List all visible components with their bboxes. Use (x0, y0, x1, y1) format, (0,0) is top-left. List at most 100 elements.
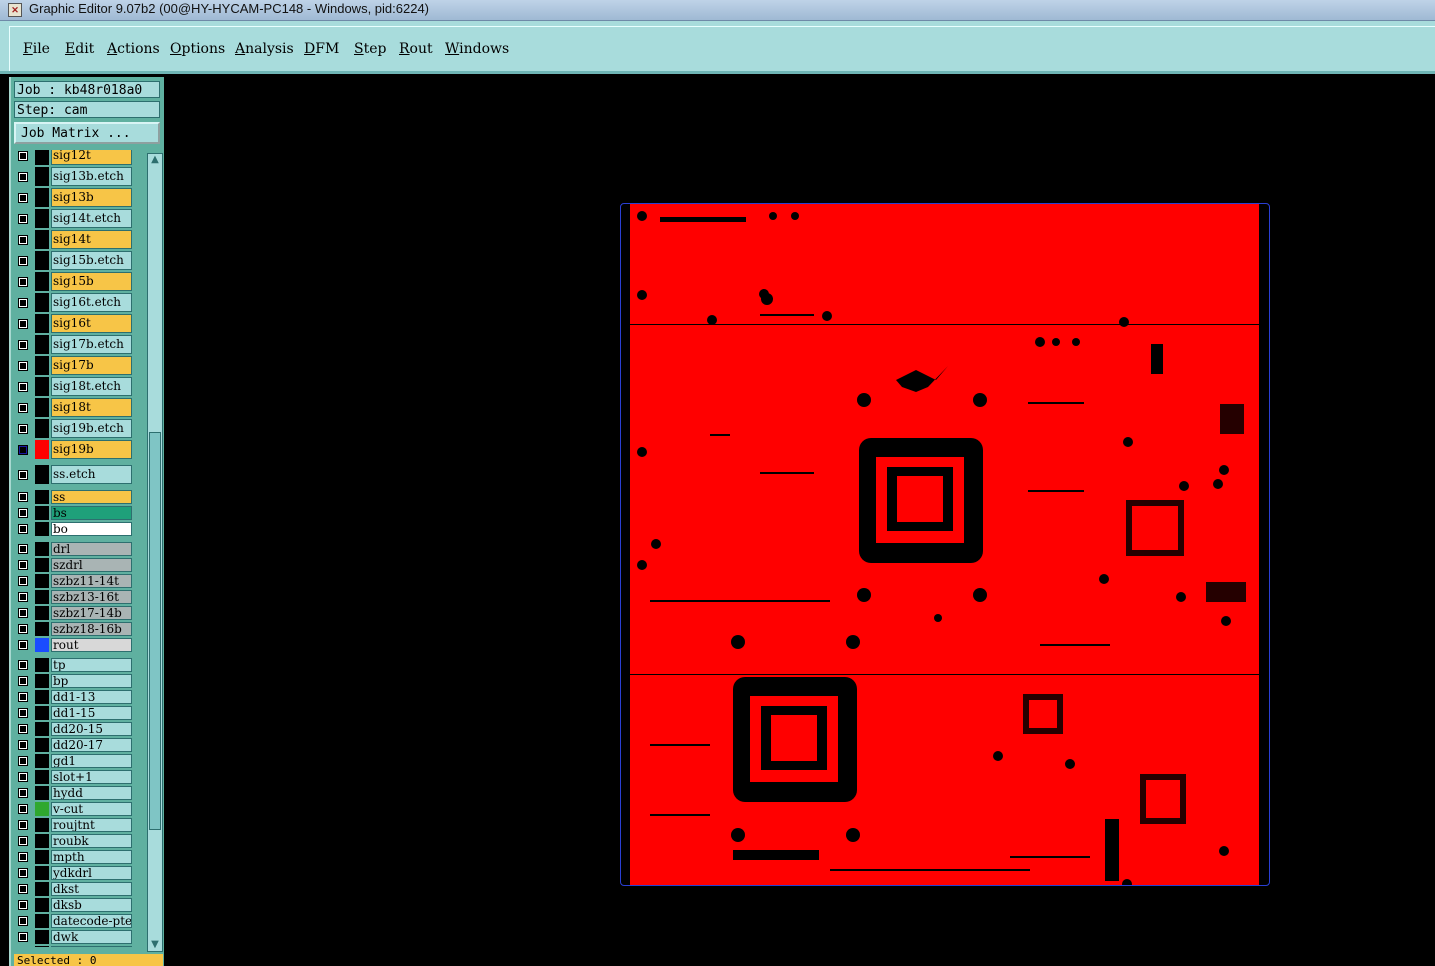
layer-row[interactable]: rout (14, 637, 141, 653)
layer-row[interactable]: dwk (14, 929, 141, 945)
layer-name[interactable]: szbz13-16t (51, 590, 132, 604)
layer-color-swatch[interactable] (35, 440, 49, 459)
layer-color-swatch[interactable] (35, 230, 49, 249)
layer-row[interactable]: ss (14, 489, 141, 505)
layer-color-swatch[interactable] (35, 490, 49, 504)
layer-color-swatch[interactable] (35, 590, 49, 604)
layer-row[interactable]: bo (14, 521, 141, 537)
layer-name[interactable]: v-cut (51, 802, 132, 816)
layer-checkbox[interactable] (18, 276, 28, 287)
layer-name[interactable]: sig19b (51, 440, 132, 459)
layer-color-swatch[interactable] (35, 786, 49, 800)
layer-name[interactable]: hydd (51, 786, 132, 800)
layer-color-swatch[interactable] (35, 574, 49, 588)
layer-checkbox[interactable] (18, 469, 28, 480)
layer-name[interactable]: bp (51, 674, 132, 688)
scroll-thumb[interactable] (149, 432, 161, 830)
layer-color-swatch[interactable] (35, 377, 49, 396)
layer-row[interactable]: sig13b (14, 187, 141, 208)
layer-checkbox[interactable] (18, 339, 28, 350)
layer-checkbox[interactable] (18, 788, 28, 798)
layer-checkbox[interactable] (18, 660, 28, 670)
menu-file[interactable]: File (23, 41, 50, 57)
layer-color-swatch[interactable] (35, 419, 49, 438)
layer-color-swatch[interactable] (35, 622, 49, 636)
layer-row[interactable]: dksb (14, 897, 141, 913)
layer-name[interactable]: ss (51, 490, 132, 504)
layer-checkbox[interactable] (18, 820, 28, 830)
layer-row[interactable]: sig13b.etch (14, 166, 141, 187)
layer-name[interactable]: sig18t (51, 398, 132, 417)
layer-name[interactable]: szbz18-16b (51, 622, 132, 636)
job-matrix-button[interactable]: Job Matrix ... (14, 122, 160, 144)
layer-color-swatch[interactable] (35, 558, 49, 572)
layer-row[interactable]: mpth (14, 849, 141, 865)
layer-name[interactable]: sig16t (51, 314, 132, 333)
layer-name[interactable]: datecode-pte (51, 914, 132, 928)
scroll-down-icon[interactable]: ▼ (149, 940, 161, 950)
layer-color-swatch[interactable] (35, 356, 49, 375)
layer-checkbox[interactable] (18, 868, 28, 878)
layer-color-swatch[interactable] (35, 802, 49, 816)
board-layer-fill[interactable] (630, 204, 1259, 955)
layer-checkbox[interactable] (18, 213, 28, 224)
menu-analysis[interactable]: Analysis (235, 41, 294, 57)
menu-edit[interactable]: Edit (65, 41, 94, 57)
layer-name[interactable]: dd1-13 (51, 690, 132, 704)
layer-checkbox[interactable] (18, 740, 28, 750)
layer-row[interactable]: sig15b.etch (14, 250, 141, 271)
layer-row[interactable]: sig14t.etch (14, 208, 141, 229)
layer-color-swatch[interactable] (35, 882, 49, 896)
layer-color-swatch[interactable] (35, 738, 49, 752)
layer-name[interactable]: szdrl (51, 558, 132, 572)
layer-row[interactable]: sig19b.etch (14, 418, 141, 439)
layer-name[interactable]: sig13b.etch (51, 167, 132, 186)
layer-name[interactable]: slot+1 (51, 770, 132, 784)
layer-checkbox[interactable] (18, 836, 28, 846)
layer-name[interactable]: sig15b (51, 272, 132, 291)
layer-name[interactable]: dd20-15 (51, 722, 132, 736)
layer-color-swatch[interactable] (35, 606, 49, 620)
layer-checkbox[interactable] (18, 192, 28, 203)
layer-row[interactable]: hydd (14, 785, 141, 801)
layer-checkbox[interactable] (18, 297, 28, 308)
layer-color-swatch[interactable] (35, 818, 49, 832)
layer-row[interactable]: szbz11-14t (14, 573, 141, 589)
layer-row[interactable]: dd20-17 (14, 737, 141, 753)
layer-row[interactable]: sig15b (14, 271, 141, 292)
layer-row[interactable]: sig14t (14, 229, 141, 250)
layer-checkbox[interactable] (18, 234, 28, 245)
layer-checkbox[interactable] (18, 640, 28, 650)
layer-name[interactable]: sig16t.etch (51, 293, 132, 312)
layer-row[interactable]: dd1-15 (14, 705, 141, 721)
layer-row[interactable]: szbz18-16b (14, 621, 141, 637)
layer-row[interactable]: dkst (14, 881, 141, 897)
menu-options[interactable]: Options (170, 41, 225, 57)
layer-name[interactable]: sig17b.etch (51, 335, 132, 354)
layer-checkbox[interactable] (18, 524, 28, 534)
layer-row[interactable]: sig17b (14, 355, 141, 376)
layer-checkbox[interactable] (18, 932, 28, 942)
layer-name[interactable]: dwkszbz (51, 946, 132, 947)
layer-color-swatch[interactable] (35, 314, 49, 333)
layer-name[interactable]: sig14t (51, 230, 132, 249)
layer-row[interactable]: sig12t (14, 150, 141, 166)
layer-checkbox[interactable] (18, 360, 28, 371)
layer-row[interactable]: szbz17-14b (14, 605, 141, 621)
layer-row[interactable]: sig18t (14, 397, 141, 418)
layer-checkbox[interactable] (18, 756, 28, 766)
layer-name[interactable]: ydkdrl (51, 866, 132, 880)
layer-row[interactable]: drl (14, 541, 141, 557)
layer-name[interactable]: sig17b (51, 356, 132, 375)
layer-checkbox[interactable] (18, 608, 28, 618)
layer-color-swatch[interactable] (35, 465, 49, 484)
layer-checkbox[interactable] (18, 676, 28, 686)
layer-name[interactable]: dd1-15 (51, 706, 132, 720)
layer-name[interactable]: mpth (51, 850, 132, 864)
layer-row[interactable]: dd1-13 (14, 689, 141, 705)
layer-row[interactable]: dd20-15 (14, 721, 141, 737)
layer-checkbox[interactable] (18, 444, 28, 455)
layer-name[interactable]: roujtnt (51, 818, 132, 832)
layer-name[interactable]: sig18t.etch (51, 377, 132, 396)
layer-color-swatch[interactable] (35, 542, 49, 556)
